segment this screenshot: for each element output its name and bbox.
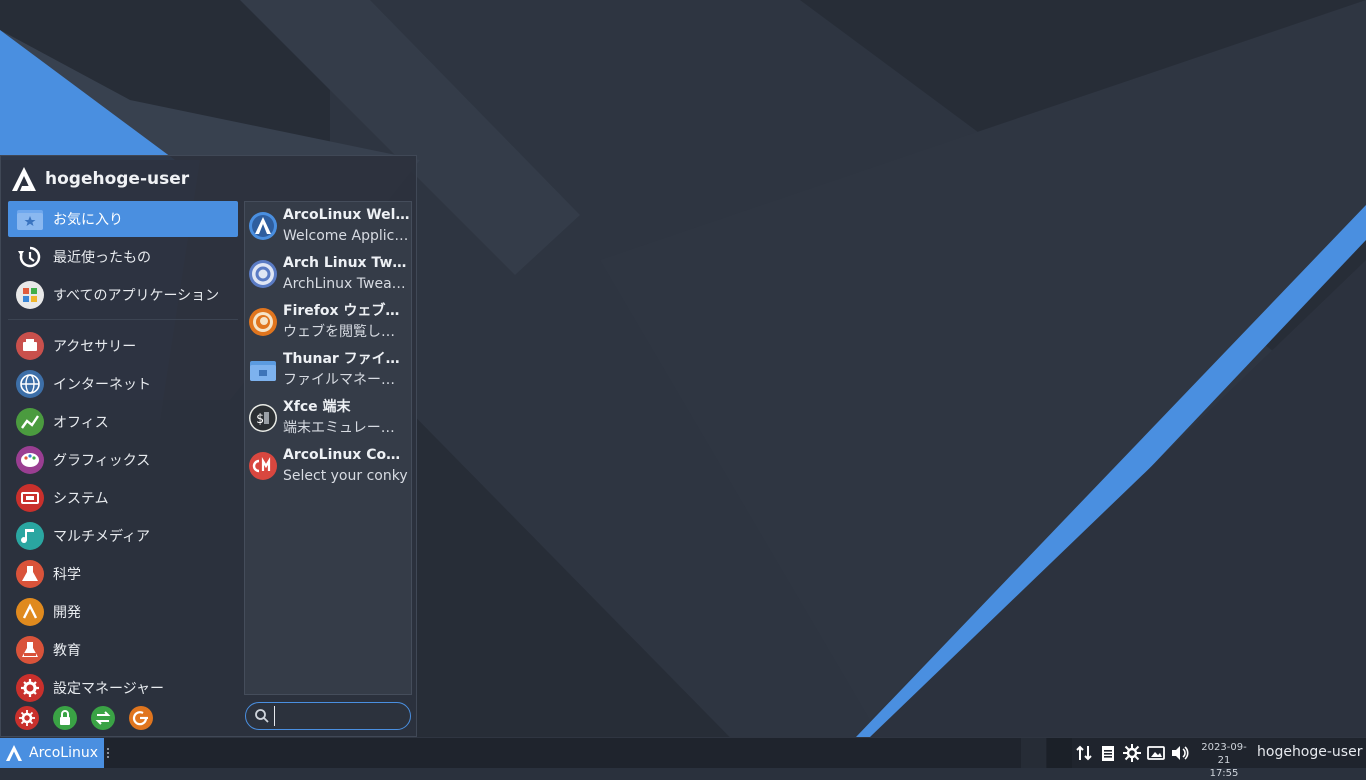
terminal-icon: $ <box>249 404 277 432</box>
thunar-folder-icon <box>250 361 276 381</box>
multimedia-icon <box>16 522 44 550</box>
workspace-switcher <box>1021 738 1073 768</box>
app-name: ArcoLinux Con… <box>283 447 410 463</box>
category-recent[interactable]: 最近使ったもの <box>8 239 238 275</box>
app-description: Welcome Applic… <box>283 228 409 244</box>
firefox-icon <box>249 308 277 336</box>
application-menu: hogehoge-user お気に入り 最近使ったもの すべてのアプリケーション <box>0 155 417 737</box>
clock-date: 2023-09-21 <box>1201 742 1247 766</box>
panel-clock[interactable]: 2023-09-21 17:55 <box>1195 741 1253 780</box>
app-thunar[interactable]: Thunar ファイ… ファイルマネー… <box>245 346 411 394</box>
start-label: ArcoLinux <box>29 745 99 761</box>
clock-time: 17:55 <box>1209 768 1239 779</box>
recent-history-icon <box>18 246 41 268</box>
app-name: Arch Linux Twe… <box>283 255 410 271</box>
app-name: ArcoLinux Welc… <box>283 207 410 223</box>
arcolinux-logo-icon <box>12 167 36 191</box>
category-accessories[interactable]: アクセサリー <box>8 328 238 364</box>
category-label: 設定マネージャー <box>53 681 165 697</box>
bottom-panel: ArcoLinux 2023-09-21 17:55 hogehoge-user <box>0 737 1366 779</box>
app-description: Select your conky <box>283 468 408 484</box>
science-flask-icon <box>16 560 44 588</box>
menu-username: hogehoge-user <box>45 169 190 189</box>
app-name: Thunar ファイ… <box>283 351 400 367</box>
category-label: オフィス <box>53 415 109 431</box>
app-arch-linux-tweak[interactable]: Arch Linux Twe… ArchLinux Twea… <box>245 250 411 298</box>
screenshot-icon[interactable] <box>1146 743 1166 763</box>
all-applications-icon <box>16 281 44 309</box>
favorites-app-list: ArcoLinux Welc… Welcome Applic… Arch Lin… <box>244 201 412 695</box>
category-label: 最近使ったもの <box>53 250 151 266</box>
office-chart-icon <box>16 408 44 436</box>
volume-icon[interactable] <box>1170 743 1190 763</box>
category-education[interactable]: 教育 <box>8 632 238 668</box>
settings-gear-icon <box>16 674 44 702</box>
svg-text:$: $ <box>256 412 264 427</box>
category-label: マルチメディア <box>53 529 151 545</box>
switch-user-icon[interactable] <box>90 705 116 731</box>
session-actions <box>14 705 166 731</box>
accessories-icon <box>16 332 44 360</box>
graphics-palette-icon <box>16 446 44 474</box>
arcolinux-logo-icon <box>6 745 22 761</box>
conky-icon <box>249 452 277 480</box>
category-system[interactable]: システム <box>8 480 238 516</box>
category-label: インターネット <box>53 377 151 393</box>
category-internet[interactable]: インターネット <box>8 366 238 402</box>
category-graphics[interactable]: グラフィックス <box>8 442 238 478</box>
arcolinux-welcome-icon <box>249 212 277 240</box>
internet-globe-icon <box>16 370 44 398</box>
category-office[interactable]: オフィス <box>8 404 238 440</box>
category-multimedia[interactable]: マルチメディア <box>8 518 238 554</box>
menu-header: hogehoge-user <box>9 164 189 194</box>
app-description: 端末エミュレー… <box>283 420 395 436</box>
development-icon <box>16 598 44 626</box>
app-description: ArchLinux Twea… <box>283 276 406 292</box>
arch-tweak-icon <box>249 260 277 288</box>
app-xfce-terminal[interactable]: $ Xfce 端末 端末エミュレー… <box>245 394 411 442</box>
app-description: ファイルマネー… <box>283 372 395 388</box>
category-development[interactable]: 開発 <box>8 594 238 630</box>
workspace-2[interactable] <box>1047 738 1072 768</box>
app-arcolinux-welcome[interactable]: ArcoLinux Welc… Welcome Applic… <box>245 202 411 250</box>
favorites-folder-icon <box>17 210 43 230</box>
app-name: Firefox ウェブ・… <box>283 303 410 319</box>
category-favorites[interactable]: お気に入り <box>8 201 238 237</box>
category-settings-manager[interactable]: 設定マネージャー <box>8 670 238 706</box>
whisker-menu-button[interactable]: ArcoLinux <box>0 738 104 768</box>
category-label: お気に入り <box>53 212 123 228</box>
logout-icon[interactable] <box>128 705 154 731</box>
category-label: 科学 <box>53 567 81 583</box>
category-science[interactable]: 科学 <box>8 556 238 592</box>
system-icon <box>16 484 44 512</box>
panel-username[interactable]: hogehoge-user <box>1257 744 1362 760</box>
category-label: システム <box>53 491 109 507</box>
category-label: 開発 <box>53 605 81 621</box>
category-label: グラフィックス <box>53 453 151 469</box>
education-flask-icon <box>16 636 44 664</box>
clipboard-icon[interactable] <box>1098 743 1118 763</box>
panel-handle-icon[interactable] <box>106 747 110 759</box>
app-description: ウェブを閲覧し… <box>283 324 395 340</box>
category-label: すべてのアプリケーション <box>53 288 220 304</box>
category-label: 教育 <box>53 643 81 659</box>
category-separator <box>8 319 238 320</box>
settings-action-icon[interactable] <box>14 705 40 731</box>
category-label: アクセサリー <box>53 339 137 355</box>
settings-sun-icon[interactable] <box>1122 743 1142 763</box>
search-input[interactable] <box>274 706 408 726</box>
app-arcolinux-conky[interactable]: ArcoLinux Con… Select your conky <box>245 442 411 490</box>
search-box[interactable] <box>245 702 411 730</box>
workspace-1[interactable] <box>1021 738 1046 768</box>
lock-screen-icon[interactable] <box>52 705 78 731</box>
app-firefox[interactable]: Firefox ウェブ・… ウェブを閲覧し… <box>245 298 411 346</box>
app-name: Xfce 端末 <box>283 399 351 415</box>
network-transfer-icon[interactable] <box>1074 743 1094 763</box>
category-list: お気に入り 最近使ったもの すべてのアプリケーション アクセサリー インターネッ… <box>8 201 238 708</box>
search-icon <box>255 709 269 723</box>
category-all-apps[interactable]: すべてのアプリケーション <box>8 277 238 313</box>
system-tray <box>1074 743 1194 763</box>
